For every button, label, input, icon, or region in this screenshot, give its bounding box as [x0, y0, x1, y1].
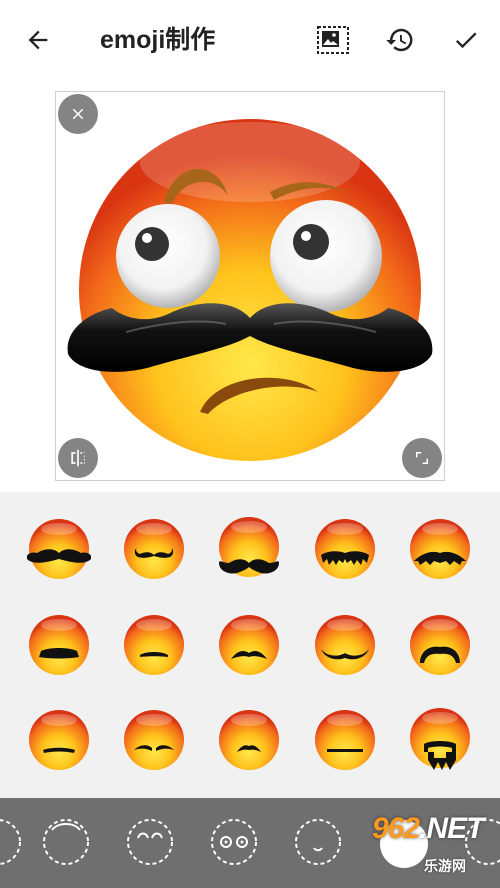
mustache-option[interactable] [217, 708, 281, 772]
watermark-suffix: .NET [419, 812, 484, 845]
confirm-button[interactable] [446, 20, 486, 60]
resize-layer-button[interactable] [402, 438, 442, 478]
mustache-option[interactable] [122, 613, 186, 677]
mustache-option[interactable] [313, 708, 377, 772]
face-outline-icon [43, 819, 89, 865]
close-icon [72, 108, 84, 120]
mustache-option[interactable] [313, 517, 377, 581]
flip-horizontal-icon [71, 449, 85, 467]
mustache-picker [0, 492, 500, 798]
emoji-face-preview [67, 119, 433, 461]
mustache-option[interactable] [217, 517, 281, 581]
watermark: 962.NET 乐游网 [372, 812, 500, 888]
mustache-option[interactable] [122, 517, 186, 581]
flip-layer-button[interactable] [58, 438, 98, 478]
history-button[interactable] [380, 20, 420, 60]
face-mouth-icon [295, 819, 341, 865]
check-icon [455, 32, 477, 49]
resize-icon [416, 452, 428, 464]
mustache-option[interactable] [408, 708, 472, 772]
face-brows-icon [127, 819, 173, 865]
category-face-mouth[interactable] [294, 818, 342, 866]
arrow-left-icon [28, 30, 48, 50]
category-face-eyes[interactable] [210, 818, 258, 866]
mustache-option[interactable] [122, 708, 186, 772]
mustache-option[interactable] [217, 613, 281, 677]
mustache-option[interactable] [27, 613, 91, 677]
emoji-canvas[interactable] [55, 91, 445, 481]
remove-layer-button[interactable] [58, 94, 98, 134]
category-face-brows[interactable] [126, 818, 174, 866]
back-button[interactable] [18, 20, 58, 60]
background-button[interactable] [313, 20, 353, 60]
top-app-bar: emoji制作 [0, 0, 500, 80]
watermark-logo: 962.NET [372, 812, 484, 846]
mustache-option[interactable] [408, 613, 472, 677]
mustache-option[interactable] [27, 708, 91, 772]
face-eyes-icon [211, 819, 257, 865]
mustache-option[interactable] [408, 517, 472, 581]
history-icon [386, 28, 413, 52]
page-title: emoji制作 [100, 26, 216, 54]
watermark-subtitle: 乐游网 [424, 858, 466, 874]
category-face-outline[interactable] [42, 818, 90, 866]
mustache-option[interactable] [313, 613, 377, 677]
watermark-number: 962 [372, 812, 420, 845]
category-prev[interactable] [0, 818, 22, 866]
image-frame-icon [317, 26, 349, 54]
mustache-option[interactable] [26, 517, 92, 581]
